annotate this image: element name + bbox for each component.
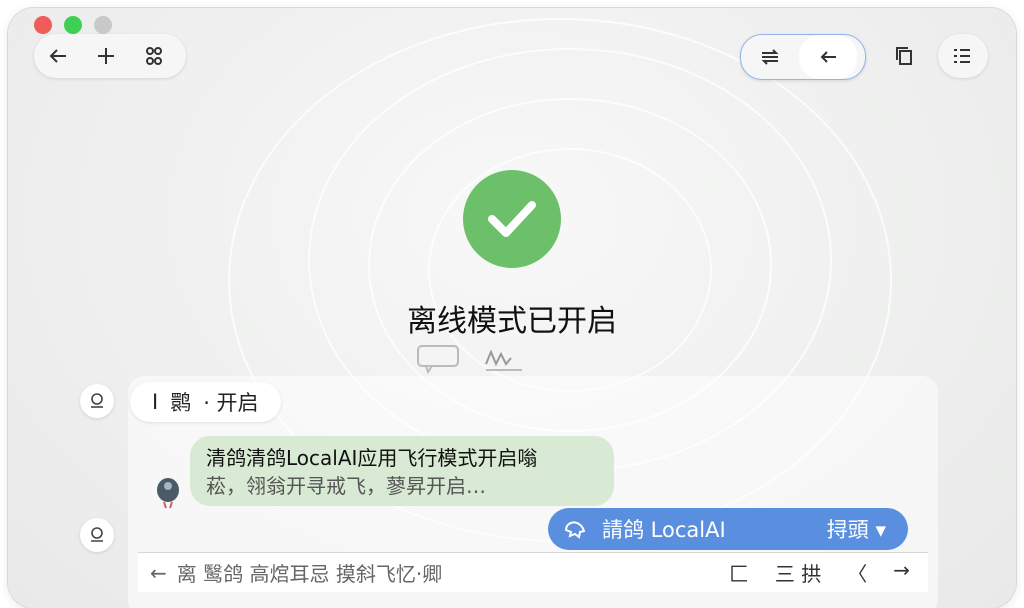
message-bubble: 清鸽清鸽LocalAI应用飞行模式开启嗡 菘，翎翁开寻戒飞，蓼昇开启… [190,436,614,506]
app-window: 离线模式已开启 I 鹮 · 开启 清鸽清鸽LocalAI应用飞行模式开启嗡 菘，… [8,8,1016,608]
localai-action[interactable]: 挦頭 ▾ [827,514,886,544]
copy-icon [896,47,912,65]
new-button[interactable] [82,34,130,78]
assistant-avatar [80,384,114,418]
message-input-placeholder: 离 鹥鸽 高熍耳忌 摸斜飞忆·卿 [176,562,443,586]
bird-avatar-icon [157,478,179,509]
network-icon [146,47,162,65]
input-actions: 匚 三 拱 〈 → [729,558,928,587]
pigeon-icon [564,521,586,539]
speech-bubble-icon [417,345,459,374]
minimize-window-button[interactable] [94,16,112,34]
signal-chart-icon [485,349,522,371]
offline-mode-title: 离线模式已开启 [407,304,617,339]
window-controls [34,16,112,34]
plus-icon [98,48,114,64]
network-button[interactable] [130,34,178,78]
back-arrow-icon [49,49,66,63]
swap-button[interactable] [741,35,799,79]
maximize-window-button[interactable] [64,16,82,34]
status-pill-prefix: I [152,390,159,414]
localai-name: 請鸽 LocalAI [602,518,726,542]
mini-icon-row [416,344,526,374]
message-line-1: 清鸽清鸽LocalAI应用飞行模式开启嗡 [206,446,538,470]
close-window-button[interactable] [34,16,52,34]
message-input-bar[interactable]: ← 离 鹥鸽 高熍耳忌 摸斜飞忆·卿 匚 三 拱 〈 → [138,552,928,592]
input-action-1[interactable]: 匚 [729,558,749,587]
robot-icon [91,527,103,542]
localai-selector[interactable]: 請鸽 LocalAI 挦頭 ▾ [548,508,908,550]
back-button[interactable] [34,34,82,78]
swap-icon [761,49,779,65]
back-nav-button[interactable] [799,35,857,79]
robot-icon [91,393,103,408]
message-line-2: 菘，翎翁开寻戒飞，蓼昇开启… [206,474,486,498]
back-arrow-icon[interactable]: ← [150,561,167,585]
success-check-circle [463,170,561,268]
copy-button[interactable] [880,34,928,78]
input-action-3[interactable]: 〈 [847,558,867,587]
list-icon [954,49,970,63]
status-pill-mid: 鹮 [170,391,192,415]
status-pill-suffix: · 开启 [203,391,259,415]
mode-status-pill[interactable]: I 鹮 · 开启 [130,382,281,422]
left-toolbar [34,34,186,78]
right-toolbar-group [740,34,866,80]
list-button[interactable] [938,34,988,78]
input-action-4[interactable]: → [893,558,910,587]
input-action-2[interactable]: 三 拱 [775,558,821,587]
back-icon [820,51,836,63]
list-icon-wrap [938,34,986,78]
checkmark-icon [488,201,536,237]
user-avatar [80,518,114,552]
